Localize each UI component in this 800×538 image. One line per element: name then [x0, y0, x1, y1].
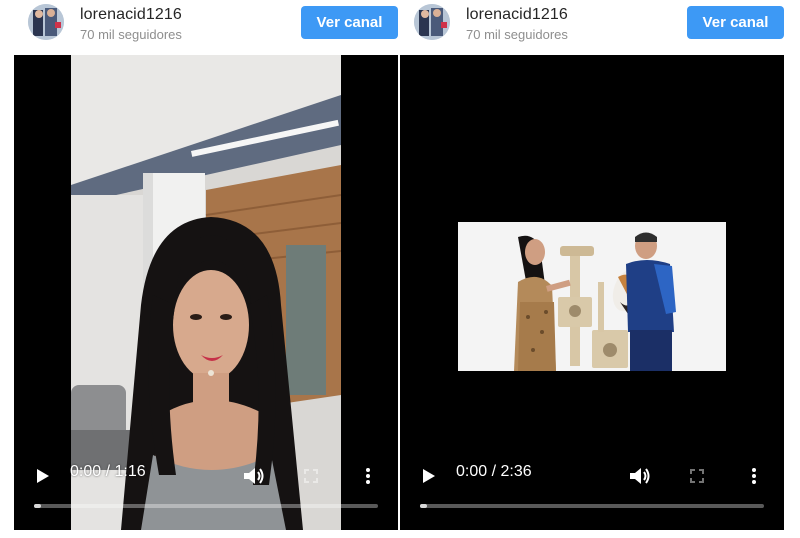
play-icon[interactable]	[418, 465, 440, 487]
fullscreen-icon[interactable]	[300, 465, 322, 487]
progress-bar[interactable]	[34, 504, 378, 508]
channel-avatar[interactable]	[414, 4, 450, 40]
more-options-icon[interactable]	[744, 465, 764, 487]
progress-bar[interactable]	[420, 504, 764, 508]
video-card-2: lorenacid1216 70 mil seguidores Ver cana…	[400, 0, 784, 538]
time-display: 0:00 / 1:16	[70, 463, 146, 480]
follower-count: 70 mil seguidores	[80, 27, 182, 42]
video-card-1: lorenacid1216 70 mil seguidores Ver cana…	[14, 0, 398, 538]
more-options-icon[interactable]	[358, 465, 378, 487]
view-channel-button[interactable]: Ver canal	[301, 6, 398, 39]
play-icon[interactable]	[32, 465, 54, 487]
volume-icon[interactable]	[242, 464, 266, 488]
channel-header: lorenacid1216 70 mil seguidores Ver cana…	[400, 0, 784, 48]
time-display: 0:00 / 2:36	[456, 463, 532, 480]
video-controls	[14, 450, 398, 530]
view-channel-button[interactable]: Ver canal	[687, 6, 784, 39]
video-player[interactable]: 0:00 / 2:36	[400, 55, 784, 530]
volume-icon[interactable]	[628, 464, 652, 488]
video-player[interactable]: 0:00 / 1:16	[14, 55, 398, 530]
follower-count: 70 mil seguidores	[466, 27, 568, 42]
channel-avatar[interactable]	[28, 4, 64, 40]
channel-header: lorenacid1216 70 mil seguidores Ver cana…	[14, 0, 398, 48]
channel-username[interactable]: lorenacid1216	[80, 6, 182, 24]
fullscreen-icon[interactable]	[686, 465, 708, 487]
video-frame	[458, 222, 726, 371]
channel-username[interactable]: lorenacid1216	[466, 6, 568, 24]
video-controls	[400, 450, 784, 530]
